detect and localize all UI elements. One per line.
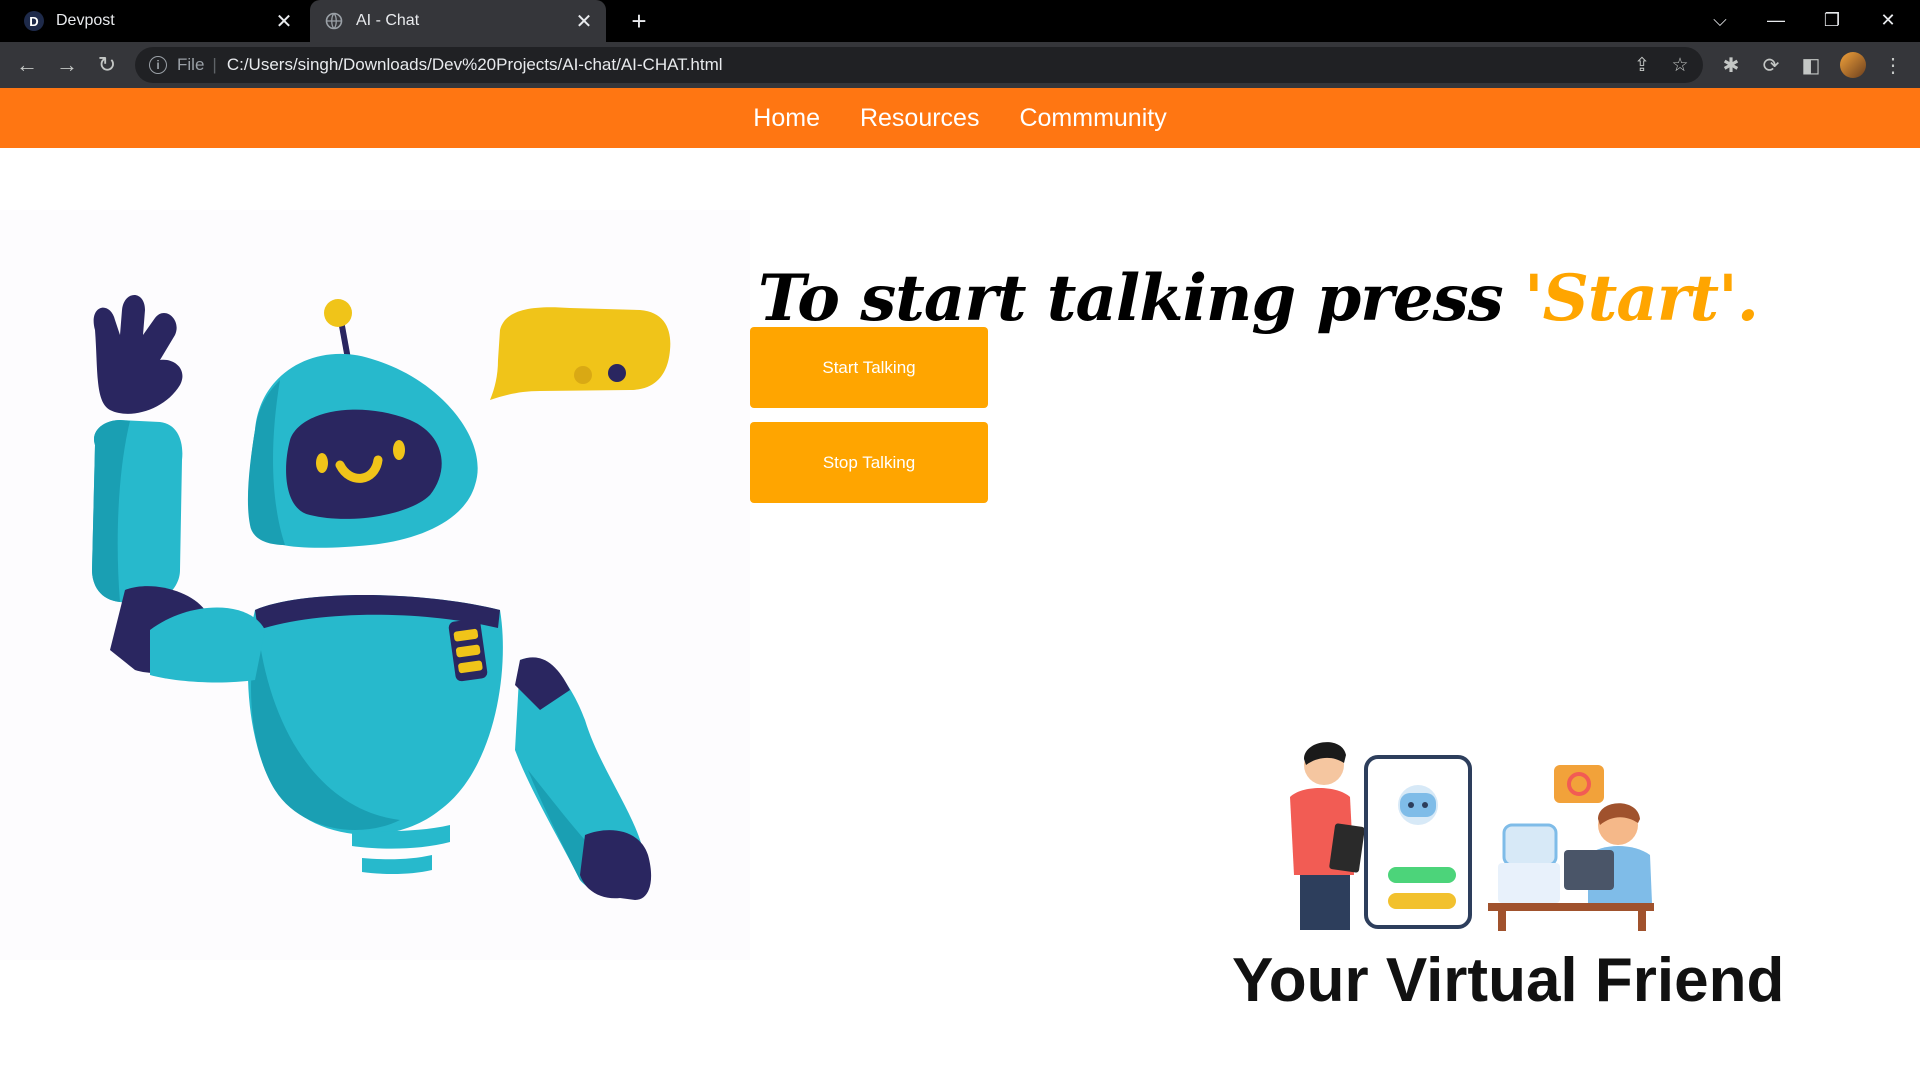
- address-bar[interactable]: i File | C:/Users/singh/Downloads/Dev%20…: [135, 47, 1703, 83]
- tab-ai-chat[interactable]: AI - Chat ✕: [310, 0, 606, 42]
- new-tab-button[interactable]: +: [624, 6, 654, 36]
- globe-icon: [324, 11, 344, 31]
- side-panel-icon[interactable]: ◧: [1796, 50, 1826, 80]
- bookmark-star-icon[interactable]: ☆: [1665, 54, 1695, 77]
- heading-accent: 'Start'.: [1523, 260, 1759, 336]
- browser-tab-bar: D Devpost ✕ AI - Chat ✕ + ⌵ — ❐ ✕: [0, 0, 1920, 42]
- close-window-button[interactable]: ✕: [1866, 0, 1910, 40]
- nav-home-link[interactable]: Home: [753, 104, 820, 133]
- tab-title: AI - Chat: [356, 12, 420, 29]
- back-icon[interactable]: ←: [12, 50, 42, 80]
- share-icon[interactable]: ⇪: [1627, 54, 1657, 77]
- menu-dots-icon[interactable]: ⋮: [1878, 50, 1908, 80]
- browser-toolbar: ← → ↻ i File | C:/Users/singh/Downloads/…: [0, 42, 1920, 88]
- site-info-icon[interactable]: i: [149, 56, 167, 74]
- extensions-icon[interactable]: ✱: [1716, 50, 1746, 80]
- waving-robot-illustration: [0, 210, 750, 960]
- virtual-friend-illustration: [1262, 735, 1702, 935]
- nav-community-link[interactable]: Commmunity: [1019, 104, 1166, 133]
- virtual-friend-tagline: Your Virtual Friend: [1232, 946, 1785, 1015]
- extension-sync-icon[interactable]: ⟳: [1756, 50, 1786, 80]
- tab-devpost[interactable]: D Devpost ✕: [0, 0, 306, 42]
- close-tab-icon[interactable]: ✕: [272, 9, 296, 33]
- start-talking-button[interactable]: Start Talking: [750, 327, 988, 408]
- profile-avatar[interactable]: [1840, 52, 1866, 78]
- reload-icon[interactable]: ↻: [92, 50, 122, 80]
- minimize-button[interactable]: —: [1754, 0, 1798, 40]
- url-scheme: File: [177, 55, 205, 74]
- close-tab-icon[interactable]: ✕: [572, 9, 596, 33]
- tab-title: Devpost: [56, 12, 115, 29]
- heading-text: To start talking press: [758, 260, 1504, 336]
- nav-resources-link[interactable]: Resources: [860, 104, 980, 133]
- tab-search-icon[interactable]: ⌵: [1698, 0, 1742, 40]
- forward-icon[interactable]: →: [52, 50, 82, 80]
- site-navbar: Home Resources Commmunity: [0, 88, 1920, 148]
- devpost-favicon-icon: D: [24, 11, 44, 31]
- restore-button[interactable]: ❐: [1810, 0, 1854, 40]
- url-separator: |: [212, 55, 217, 74]
- stop-talking-button[interactable]: Stop Talking: [750, 422, 988, 503]
- url-text[interactable]: C:/Users/singh/Downloads/Dev%20Projects/…: [227, 55, 1627, 75]
- start-instruction-heading: To start talking press 'Start'.: [758, 260, 1759, 336]
